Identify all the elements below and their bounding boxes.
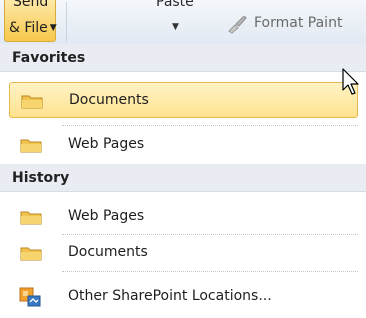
menu-item-label: Documents xyxy=(69,92,149,108)
paste-button-label[interactable]: Paste xyxy=(156,0,194,10)
format-painter-label[interactable]: Format Paint xyxy=(254,15,342,31)
history-item-documents[interactable]: Documents xyxy=(0,234,366,270)
file-label: & File ▼ xyxy=(9,20,57,36)
send-and-file-dropdown-menu: Favorites Documents Web Pages History We… xyxy=(0,44,366,318)
sharepoint-location-icon xyxy=(19,287,41,307)
paste-dropdown-arrow-icon[interactable]: ▼ xyxy=(172,22,179,32)
menu-separator xyxy=(62,271,358,272)
send-label: Send xyxy=(13,0,49,10)
other-sharepoint-locations-item[interactable]: Other SharePoint Locations... xyxy=(0,278,366,314)
menu-item-label: Web Pages xyxy=(68,136,145,152)
folder-icon xyxy=(20,247,42,261)
folder-icon xyxy=(21,95,43,109)
menu-item-label: Web Pages xyxy=(68,208,145,224)
folder-icon xyxy=(20,211,42,225)
favorites-item-web-pages[interactable]: Web Pages xyxy=(0,126,366,162)
folder-icon xyxy=(20,139,42,153)
ribbon-divider xyxy=(66,2,67,42)
history-header: History xyxy=(0,164,366,192)
mouse-cursor-icon xyxy=(342,68,359,95)
favorites-item-documents[interactable]: Documents xyxy=(9,82,358,118)
history-item-web-pages[interactable]: Web Pages xyxy=(0,198,366,234)
send-and-file-button[interactable]: Send & File ▼ xyxy=(4,0,57,42)
dropdown-arrow-icon: ▼ xyxy=(49,23,57,33)
format-painter-icon[interactable] xyxy=(226,14,248,34)
menu-item-label: Other SharePoint Locations... xyxy=(68,288,272,304)
ribbon: Send & File ▼ Paste ▼ Format Paint xyxy=(0,0,366,45)
favorites-header: Favorites xyxy=(0,44,366,72)
menu-item-label: Documents xyxy=(68,244,148,260)
